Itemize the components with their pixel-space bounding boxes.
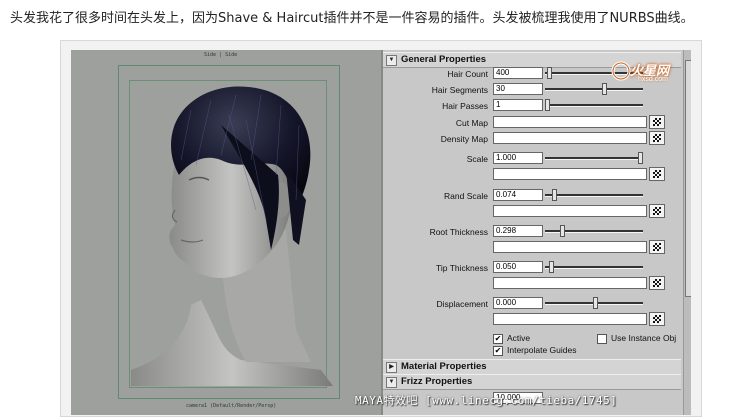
active-checkbox[interactable]: ✔	[493, 334, 503, 344]
rand-scale-map-browse-button[interactable]	[649, 204, 665, 218]
checker-map-icon	[653, 279, 661, 287]
density-map-browse-button[interactable]	[649, 131, 665, 145]
checker-map-icon	[653, 118, 661, 126]
tip-thickness-map-field[interactable]	[493, 277, 647, 289]
tip-thickness-slider-track[interactable]	[545, 266, 643, 269]
rand-scale-field[interactable]: 0.074	[493, 189, 543, 201]
rand-scale-slider-thumb[interactable]	[552, 189, 557, 201]
head-render	[131, 86, 333, 386]
displacement-field[interactable]: 0.000	[493, 297, 543, 309]
interpolate-guides-checkbox[interactable]: ✔	[493, 346, 503, 356]
hair-passes-label: Hair Passes	[442, 101, 488, 111]
root-thickness-field[interactable]: 0.298	[493, 225, 543, 237]
article-caption: 头发我花了很多时间在头发上，因为Shave & Haircut插件并不是一件容易…	[10, 11, 694, 26]
forum-watermark: MAYA特效吧 [www.linecg.com/tieba/1745]	[355, 394, 618, 407]
density-map-field[interactable]	[493, 132, 647, 144]
checker-map-icon	[653, 315, 661, 323]
scale-field[interactable]: 1.000	[493, 152, 543, 164]
scale-map-browse-button[interactable]	[649, 167, 665, 181]
scale-map-field[interactable]	[493, 168, 647, 180]
scrollbar-thumb[interactable]	[685, 60, 691, 297]
attribute-editor-scrollbar[interactable]	[683, 50, 691, 415]
hair-passes-slider-track[interactable]	[545, 104, 643, 107]
root-thickness-slider-thumb[interactable]	[560, 225, 565, 237]
scale-slider-track[interactable]	[545, 157, 643, 160]
active-label: Active	[507, 333, 531, 343]
root-thickness-label: Root Thickness	[429, 227, 488, 237]
cut-map-browse-button[interactable]	[649, 115, 665, 129]
hair-passes-field[interactable]: 1	[493, 99, 543, 111]
checkmark-icon: ✔	[494, 334, 502, 343]
rand-scale-slider-track[interactable]	[545, 194, 643, 197]
hair-segments-slider-thumb[interactable]	[602, 83, 607, 95]
logo-subtext: hxsd.com	[638, 76, 668, 83]
scale-label: Scale	[466, 154, 488, 164]
checker-map-icon	[653, 134, 661, 142]
logo-swirl-icon	[611, 61, 631, 81]
interpolate-guides-label: Interpolate Guides	[507, 345, 577, 355]
displacement-slider-thumb[interactable]	[593, 297, 598, 309]
checker-map-icon	[653, 170, 661, 178]
rand-scale-label: Rand Scale	[444, 191, 488, 201]
general-properties-title: General Properties	[401, 54, 487, 65]
viewport-panel[interactable]: Side | Side camera1 (Default/Render/Pers…	[71, 50, 381, 415]
cut-map-label: Cut Map	[455, 118, 488, 128]
hair-passes-slider-thumb[interactable]	[545, 99, 550, 111]
displacement-map-field[interactable]	[493, 313, 647, 325]
material-properties-header[interactable]: ▶ Material Properties	[383, 359, 681, 375]
hair-segments-slider-track[interactable]	[545, 88, 643, 91]
use-instance-obj-checkbox[interactable]	[597, 334, 607, 344]
scale-slider-thumb[interactable]	[638, 152, 643, 164]
triangle-down-icon: ▼	[386, 55, 397, 66]
root-thickness-map-browse-button[interactable]	[649, 240, 665, 254]
hair-count-slider-thumb[interactable]	[547, 67, 552, 79]
tip-thickness-label: Tip Thickness	[436, 263, 488, 273]
hair-segments-field[interactable]: 30	[493, 83, 543, 95]
triangle-down-icon: ▼	[386, 377, 397, 388]
checker-map-icon	[653, 207, 661, 215]
viewport-camera-label: camera1 (Default/Render/Persp)	[186, 403, 277, 409]
tip-thickness-map-browse-button[interactable]	[649, 276, 665, 290]
hair-count-label: Hair Count	[447, 69, 488, 79]
tip-thickness-field[interactable]: 0.050	[493, 261, 543, 273]
displacement-label: Displacement	[436, 299, 489, 309]
rand-scale-map-field[interactable]	[493, 205, 647, 217]
density-map-label: Density Map	[440, 134, 488, 144]
frizz-properties-header[interactable]: ▼ Frizz Properties	[383, 374, 681, 390]
triangle-right-icon: ▶	[386, 362, 397, 373]
hair-segments-label: Hair Segments	[431, 85, 488, 95]
hair-count-field[interactable]: 400	[493, 67, 543, 79]
maya-screenshot: Side | Side camera1 (Default/Render/Pers…	[71, 50, 691, 415]
site-logo: 火星网 hxsd.com	[610, 58, 696, 88]
root-thickness-map-field[interactable]	[493, 241, 647, 253]
use-instance-obj-label: Use Instance Obj	[611, 333, 677, 343]
displacement-map-browse-button[interactable]	[649, 312, 665, 326]
material-properties-title: Material Properties	[401, 361, 487, 372]
attribute-editor-panel: ▼ General Properties Hair Count 400 Hair…	[381, 50, 691, 415]
checkmark-icon: ✔	[494, 346, 502, 355]
checker-map-icon	[653, 243, 661, 251]
cut-map-field[interactable]	[493, 116, 647, 128]
tip-thickness-slider-thumb[interactable]	[549, 261, 554, 273]
frizz-properties-title: Frizz Properties	[401, 376, 473, 387]
